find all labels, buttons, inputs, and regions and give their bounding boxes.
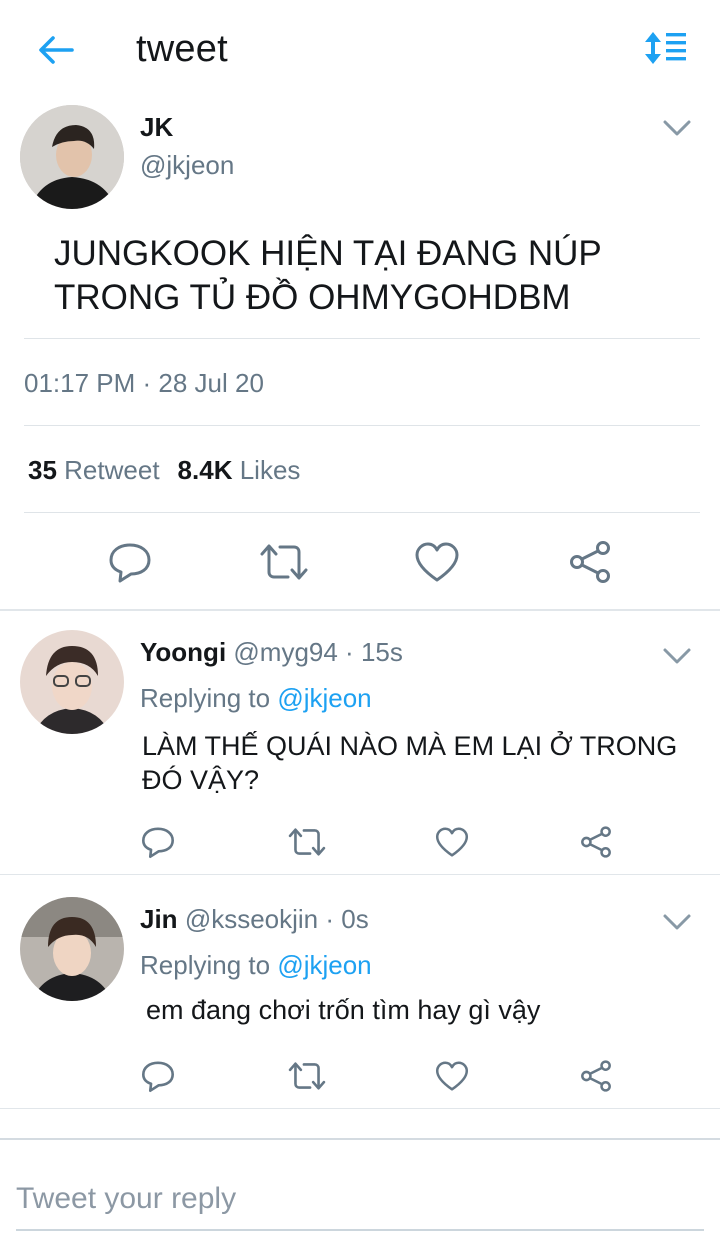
retweet-icon <box>288 1062 326 1090</box>
retweet-button[interactable] <box>286 1056 328 1096</box>
reply-menu-button[interactable] <box>662 646 692 666</box>
replying-to: Replying to @jkjeon <box>140 683 372 714</box>
replying-prefix: Replying to <box>140 950 271 980</box>
reply-icon <box>109 543 151 583</box>
divider <box>24 425 700 426</box>
reply-author-name[interactable]: Yoongi <box>140 637 226 667</box>
replying-prefix: Replying to <box>140 683 271 713</box>
reply-icon <box>142 1061 174 1092</box>
replying-to-link[interactable]: @jkjeon <box>277 950 371 980</box>
reply-header: Jin @ksseokjin · 0s <box>140 904 369 935</box>
back-button[interactable] <box>34 30 78 70</box>
retweet-icon <box>288 828 326 856</box>
back-arrow-icon <box>39 36 74 64</box>
like-button[interactable] <box>432 1056 472 1096</box>
divider <box>0 1108 720 1109</box>
retweet-count: 35 <box>28 455 57 485</box>
avatar[interactable] <box>20 897 124 1001</box>
retweet-label: Retweet <box>64 455 160 485</box>
like-icon <box>435 1061 469 1091</box>
retweet-icon <box>260 544 308 580</box>
sort-button[interactable] <box>644 30 692 70</box>
reply-handle-time[interactable]: @myg94 · 15s <box>233 637 402 667</box>
likes-stat[interactable]: 8.4K Likes <box>178 455 301 486</box>
sort-icon <box>645 32 686 64</box>
retweet-button[interactable] <box>256 536 312 588</box>
chevron-down-icon <box>663 914 691 930</box>
reply-header: Yoongi @myg94 · 15s <box>140 637 403 668</box>
likes-label: Likes <box>239 455 301 485</box>
avatar[interactable] <box>20 105 124 209</box>
like-button[interactable] <box>432 822 472 862</box>
like-icon <box>435 827 469 857</box>
divider <box>0 874 720 875</box>
reply-button[interactable] <box>138 822 178 862</box>
author-handle[interactable]: @jkjeon <box>140 150 234 181</box>
reply-author-name[interactable]: Jin <box>140 904 178 934</box>
avatar[interactable] <box>20 630 124 734</box>
tweet-text: JUNGKOOK HIỆN TẠI ĐANG NÚP TRONG TỦ ĐỒ O… <box>54 234 602 317</box>
tweet-timestamp: 01:17 PM · 28 Jul 20 <box>24 368 264 398</box>
reply-text: em đang chơi trốn tìm hay gì vậy <box>146 995 541 1025</box>
chevron-down-icon <box>663 120 691 136</box>
author-name[interactable]: JK <box>140 112 173 143</box>
chevron-down-icon <box>663 648 691 664</box>
retweet-stat[interactable]: 35 Retweet <box>28 455 160 486</box>
share-button[interactable] <box>576 1056 616 1096</box>
divider <box>24 512 700 513</box>
divider <box>0 609 720 611</box>
retweet-button[interactable] <box>286 822 328 862</box>
top-bar: tweet <box>0 0 720 100</box>
reply-input[interactable]: Tweet your reply <box>16 1182 236 1216</box>
reply-input-underline <box>16 1229 704 1231</box>
tweet-stats: 35 Retweet 8.4K Likes <box>28 455 300 486</box>
like-icon <box>415 542 459 582</box>
share-button[interactable] <box>576 822 616 862</box>
divider <box>24 338 700 339</box>
share-icon <box>581 826 611 858</box>
divider <box>0 1138 720 1140</box>
tweet-menu-button[interactable] <box>662 118 692 138</box>
page-title: tweet <box>136 28 228 70</box>
share-button[interactable] <box>564 536 616 588</box>
reply-button[interactable] <box>104 536 156 588</box>
reply-text: LÀM THẾ QUÁI NÀO MÀ EM LẠI Ở TRONG ĐÓ VẬ… <box>142 731 678 795</box>
likes-count: 8.4K <box>177 455 233 485</box>
reply-button[interactable] <box>138 1056 178 1096</box>
replying-to: Replying to @jkjeon <box>140 950 372 981</box>
share-icon <box>581 1060 611 1092</box>
reply-icon <box>142 827 174 858</box>
reply-handle-time[interactable]: @ksseokjin · 0s <box>185 904 369 934</box>
share-icon <box>570 541 610 583</box>
like-button[interactable] <box>410 536 464 588</box>
reply-menu-button[interactable] <box>662 912 692 932</box>
replying-to-link[interactable]: @jkjeon <box>277 683 371 713</box>
